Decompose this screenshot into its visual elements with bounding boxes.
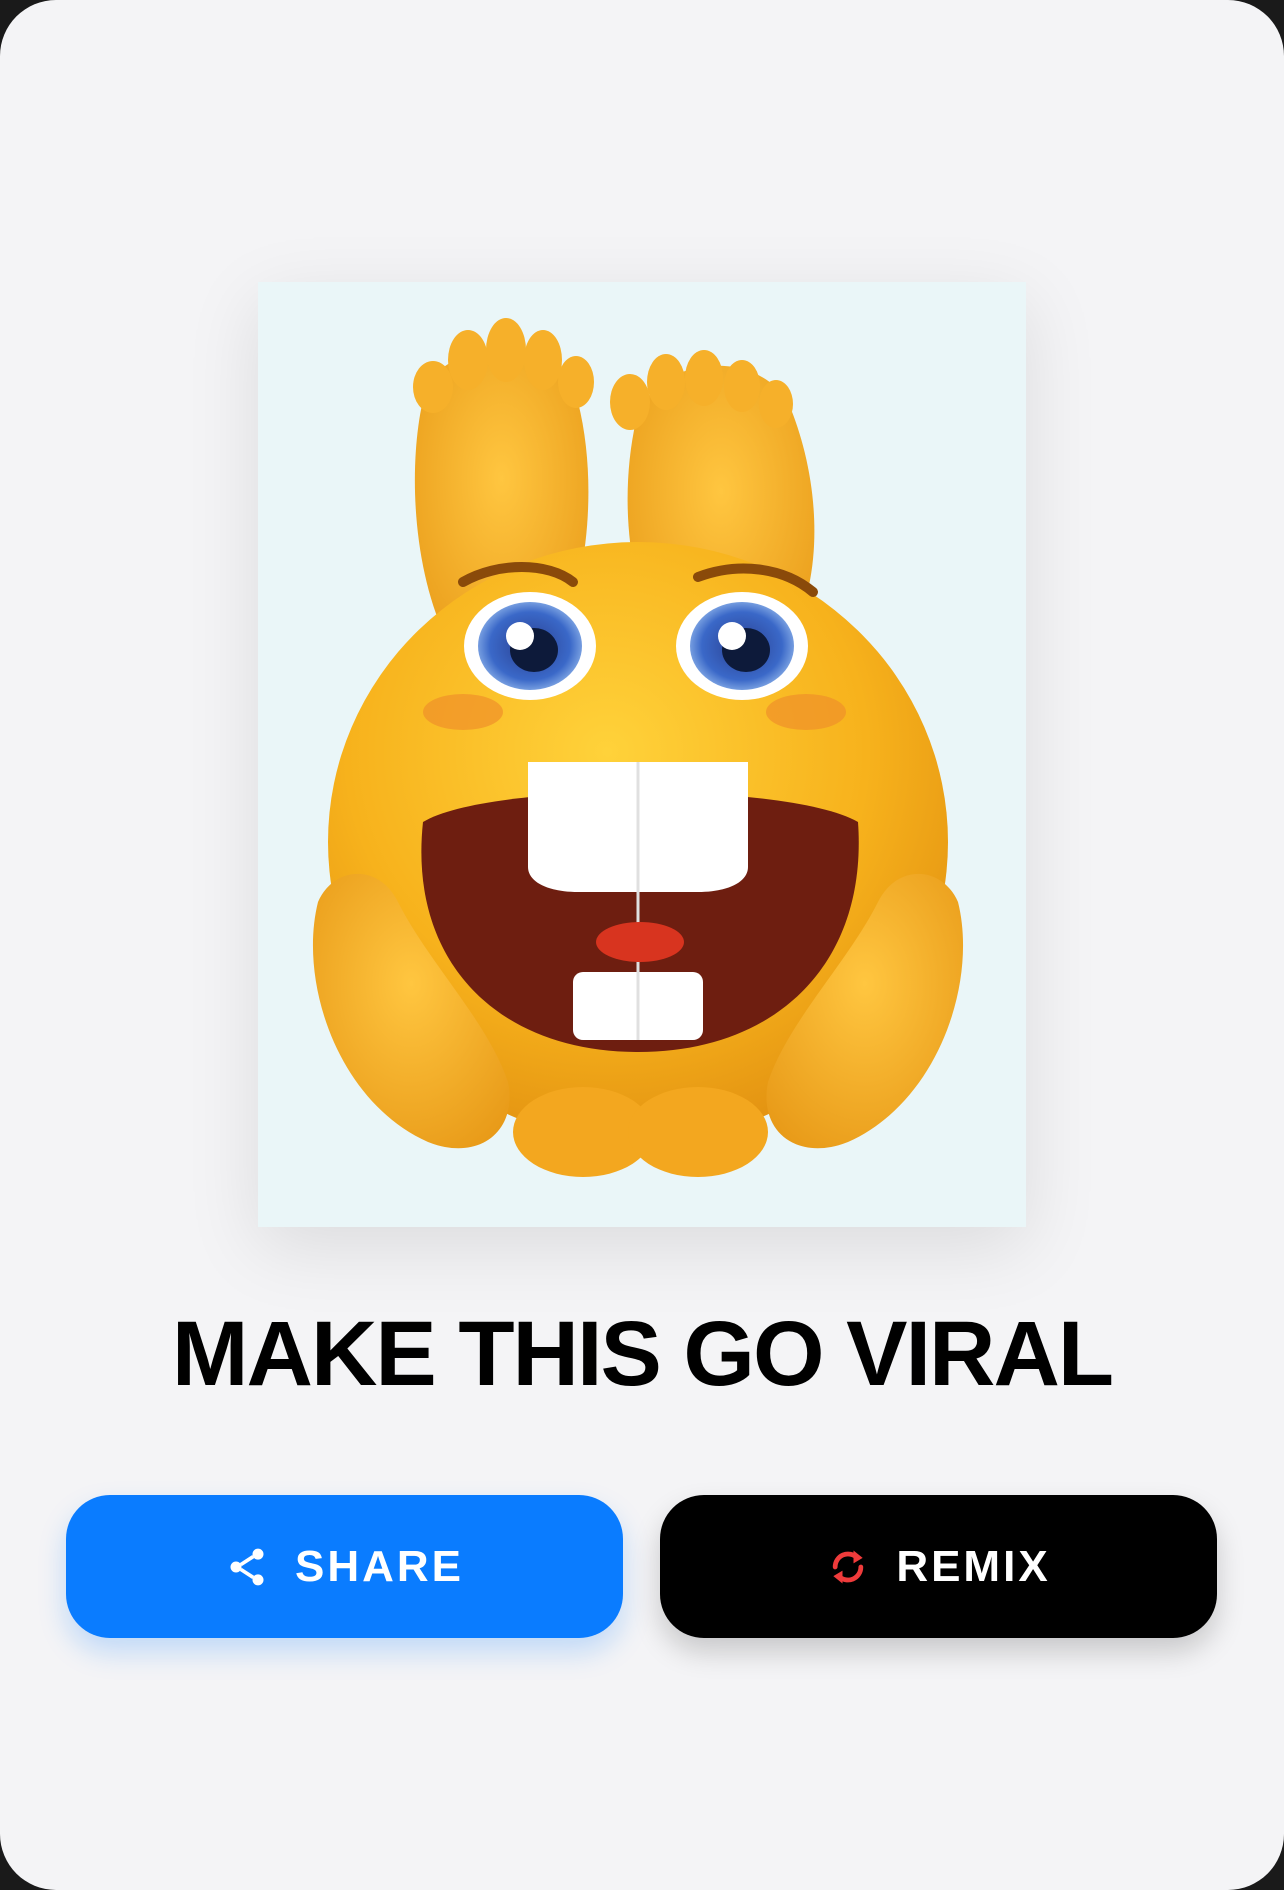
meme-image <box>258 282 1026 1227</box>
emoji-illustration <box>312 318 964 1177</box>
remix-label: REMIX <box>896 1541 1051 1591</box>
right-eye <box>676 592 808 700</box>
viral-card: MAKE THIS GO VIRAL SHARE REMIX <box>0 0 1284 1890</box>
share-button[interactable]: SHARE <box>66 1495 623 1638</box>
share-label: SHARE <box>294 1541 465 1591</box>
share-icon <box>225 1545 269 1589</box>
remix-button[interactable]: REMIX <box>660 1495 1217 1638</box>
page-title: MAKE THIS GO VIRAL <box>171 1303 1114 1405</box>
refresh-icon <box>826 1545 870 1589</box>
left-eye <box>464 592 596 700</box>
